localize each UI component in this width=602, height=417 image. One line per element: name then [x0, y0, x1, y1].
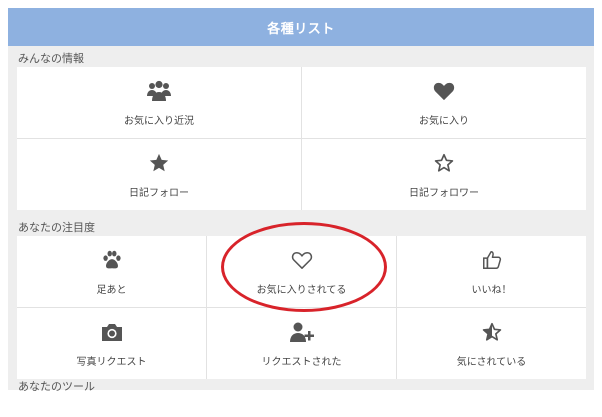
attention-grid: 足あと お気に入りされてる いいね！ 写真リクエスト リクエストされた 気にされ…	[17, 236, 586, 379]
star-half-icon	[481, 320, 503, 344]
paw-icon	[101, 248, 123, 272]
section-title-tools: あなたのツール	[18, 380, 95, 393]
menu-item-diary-follow[interactable]: 日記フォロー	[17, 139, 301, 210]
menu-item-requested[interactable]: リクエストされた	[207, 308, 396, 379]
menu-item-label: 気にされている	[456, 356, 527, 368]
star-icon	[148, 151, 170, 175]
menu-item-favorites-news[interactable]: お気に入り近況	[17, 67, 301, 138]
camera-icon	[100, 320, 124, 344]
star-outline-icon	[433, 151, 455, 175]
everyone-grid: お気に入り近況 お気に入り 日記フォロー 日記フォロワー	[17, 67, 586, 210]
menu-item-label: 日記フォロワー	[409, 187, 479, 199]
thumbs-up-icon	[481, 248, 503, 272]
menu-item-favorited-by[interactable]: お気に入りされてる	[207, 236, 396, 307]
group-icon	[146, 79, 172, 103]
menu-item-label: 足あと	[96, 284, 127, 296]
menu-item-photo-request[interactable]: 写真リクエスト	[17, 308, 206, 379]
menu-item-watched-by[interactable]: 気にされている	[397, 308, 586, 379]
section-title-attention: あなたの注目度	[18, 221, 95, 234]
heart-outline-icon	[291, 248, 313, 272]
menu-item-label: いいね！	[471, 284, 512, 296]
heart-icon	[433, 79, 455, 103]
menu-item-label: お気に入りされてる	[256, 284, 347, 296]
menu-item-label: リクエストされた	[261, 356, 342, 368]
menu-item-likes[interactable]: いいね！	[397, 236, 586, 307]
user-plus-icon	[289, 320, 315, 344]
section-title-everyone: みんなの情報	[18, 52, 84, 65]
menu-item-diary-followers[interactable]: 日記フォロワー	[302, 139, 586, 210]
menu-item-label: お気に入り	[419, 115, 469, 127]
menu-item-favorites[interactable]: お気に入り	[302, 67, 586, 138]
menu-item-footprints[interactable]: 足あと	[17, 236, 206, 307]
menu-item-label: お気に入り近況	[124, 115, 194, 127]
page-title: 各種リスト	[8, 8, 594, 46]
list-panel: 各種リスト みんなの情報 お気に入り近況 お気に入り 日記フォロー 日記フォロワ…	[8, 8, 594, 390]
menu-item-label: 日記フォロー	[129, 187, 189, 199]
menu-item-label: 写真リクエスト	[76, 356, 147, 368]
